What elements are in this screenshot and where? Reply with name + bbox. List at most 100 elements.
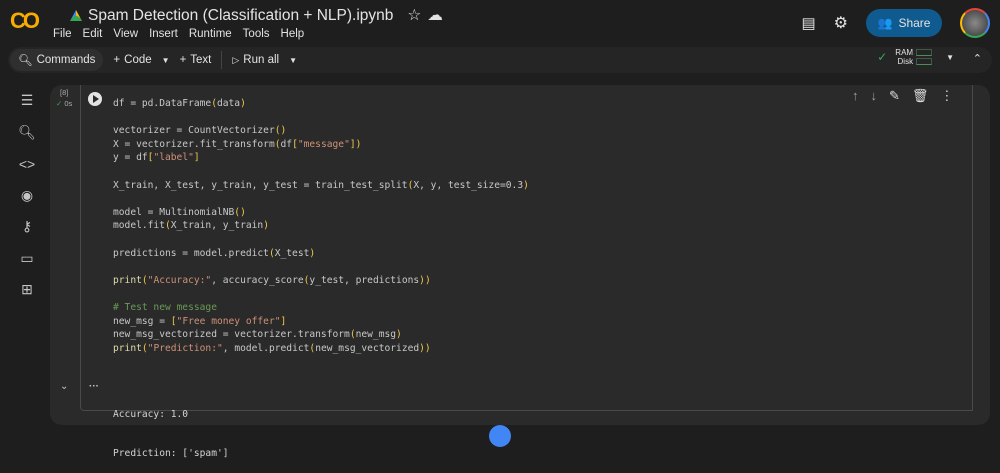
menu-help[interactable]: Help	[281, 28, 305, 40]
code-token: new_msg	[355, 329, 397, 341]
run-cell-button[interactable]	[88, 92, 102, 106]
commands-label: Commands	[36, 54, 96, 66]
runtime-resources[interactable]: ✓ RAM Disk ▼	[877, 48, 954, 66]
colab-logo[interactable]: CO	[10, 8, 40, 34]
code-line: print("Prediction:", model.predict(new_m…	[113, 342, 529, 356]
code-line: model.fit(X_train, y_train)	[113, 219, 529, 233]
execution-info: [8] ✓ 0s	[56, 87, 72, 109]
run-all-button[interactable]: ▷ Run all	[232, 54, 279, 66]
code-token: "label"	[153, 152, 194, 164]
code-snippets-icon[interactable]: <>	[14, 148, 40, 180]
code-label: Code	[124, 54, 152, 66]
move-down-icon[interactable]: ↓	[871, 88, 878, 104]
more-options-icon[interactable]: ⋮	[940, 88, 953, 104]
code-token: data	[216, 98, 241, 109]
run-all-label: Run all	[243, 54, 280, 66]
code-token: ))	[419, 342, 431, 354]
code-token: )	[263, 220, 269, 232]
code-token: vectorizer = CountVectorizer	[113, 125, 275, 137]
edit-pencil-icon[interactable]: ✎	[889, 88, 900, 104]
comments-icon[interactable]: ▤	[801, 14, 815, 32]
collapse-output-icon[interactable]: ⌄	[60, 381, 68, 392]
code-line: # Test new message	[113, 301, 529, 315]
ram-bar	[916, 49, 933, 56]
table-of-contents-icon[interactable]: ☰	[14, 85, 40, 117]
notebook-title-bar: Spam Detection (Classification + NLP).ip…	[70, 6, 443, 25]
code-token: new_msg =	[113, 315, 171, 327]
menu-runtime[interactable]: Runtime	[189, 28, 232, 40]
google-drive-icon	[70, 10, 82, 21]
delete-trash-icon[interactable]: 🗑︎	[912, 88, 929, 104]
code-token: )	[523, 179, 529, 191]
menu-tools[interactable]: Tools	[243, 28, 270, 40]
code-line: predictions = model.predict(X_test)	[113, 247, 529, 261]
add-text-button[interactable]: + Text	[180, 54, 212, 66]
code-editor[interactable]: df = pd.DataFrame(data) vectorizer = Coun…	[113, 97, 529, 355]
menu-bar: File Edit View Insert Runtime Tools Help	[53, 28, 315, 40]
add-code-button[interactable]: + Code	[113, 54, 151, 66]
menu-file[interactable]: File	[53, 28, 72, 40]
text-label: Text	[190, 54, 212, 66]
code-token: )	[309, 247, 316, 259]
search-icon: 🔍︎	[18, 55, 33, 67]
notebook-title[interactable]: Spam Detection (Classification + NLP).ip…	[88, 7, 393, 25]
code-line: vectorizer = CountVectorizer()	[113, 124, 529, 138]
plus-icon: +	[113, 54, 121, 66]
code-line: X_train, X_test, y_train, y_test = train…	[113, 179, 529, 193]
run-all-dropdown-icon[interactable]: ▼	[289, 56, 297, 65]
files-folder-icon[interactable]: ▭	[14, 243, 40, 275]
people-icon: 👥	[877, 16, 893, 30]
share-label: Share	[898, 16, 931, 30]
find-replace-icon[interactable]: 🔍︎	[14, 117, 40, 149]
code-token: df	[280, 138, 293, 150]
menu-view[interactable]: View	[113, 28, 138, 40]
runtime-dropdown-icon[interactable]: ▼	[946, 53, 954, 62]
code-token: "Prediction:"	[147, 342, 223, 354]
menu-insert[interactable]: Insert	[149, 28, 178, 40]
code-token: y_test, predictions	[309, 274, 420, 286]
commands-button[interactable]: 🔍︎ Commands	[10, 49, 104, 71]
code-token: X_train, X_test, y_train, y_test = train…	[113, 179, 408, 191]
move-up-icon[interactable]: ↑	[852, 88, 859, 104]
collapse-header-icon[interactable]: ⌃	[973, 52, 982, 65]
avatar[interactable]	[960, 8, 990, 38]
code-token: model = MultinomialNB	[113, 206, 235, 218]
execution-count: [8]	[60, 88, 69, 97]
code-token: ()	[274, 125, 287, 137]
cell-toolbar: ↑ ↓ ✎ 🗑︎ ⋮	[852, 88, 953, 104]
floating-action-button[interactable]	[489, 425, 511, 447]
code-token: model.fit	[113, 220, 165, 232]
toolbar-divider	[221, 51, 223, 69]
ram-disk-meter: RAM Disk	[895, 48, 933, 66]
code-token: X_train, y_train	[170, 220, 264, 232]
code-line: y = df["label"]	[113, 151, 529, 165]
ram-label: RAM	[895, 48, 914, 57]
share-button[interactable]: 👥 Share	[866, 9, 942, 37]
code-token: new_msg_vectorized	[315, 342, 420, 354]
data-table-icon[interactable]: ⊞	[14, 274, 40, 306]
code-token: new_msg_vectorized = vectorizer.transfor…	[113, 329, 350, 341]
plus-icon: +	[179, 54, 187, 66]
disk-bar	[916, 58, 933, 65]
header-actions: ▤ ⚙ 👥 Share	[801, 8, 990, 38]
code-token: ()	[234, 206, 246, 218]
code-token: ]	[193, 152, 200, 164]
star-icon[interactable]: ☆	[407, 6, 421, 25]
menu-edit[interactable]: Edit	[83, 28, 103, 40]
code-token: # Test new message	[113, 301, 217, 313]
cloud-saved-icon[interactable]: ☁	[427, 6, 443, 25]
code-line: new_msg_vectorized = vectorizer.transfor…	[113, 328, 529, 342]
settings-gear-icon[interactable]: ⚙	[834, 13, 848, 33]
code-token: print	[113, 342, 142, 354]
output-actions-icon[interactable]: ···	[89, 381, 99, 392]
code-token: "Free money offer"	[176, 315, 281, 327]
code-token: ))	[419, 274, 431, 286]
secrets-key-icon[interactable]: ⚷	[14, 211, 40, 243]
add-code-dropdown-icon[interactable]: ▼	[162, 56, 170, 65]
code-token: X_test	[274, 247, 310, 259]
variables-icon[interactable]: ◉	[14, 180, 40, 212]
